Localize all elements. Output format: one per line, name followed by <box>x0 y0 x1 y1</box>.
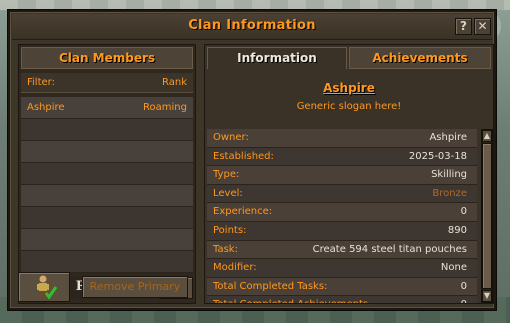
info-row-type: Type: Skilling <box>207 166 477 185</box>
info-value: 890 <box>447 224 467 236</box>
info-row-modifier: Modifier: None <box>207 259 477 278</box>
member-status: Roaming <box>143 102 187 113</box>
info-row-level: Level: Bronze <box>207 184 477 204</box>
info-key: Modifier: <box>213 262 257 274</box>
info-tabs: Information Achievements <box>205 45 493 69</box>
info-key: Established: <box>213 150 274 162</box>
scroll-down-icon[interactable]: ▼ <box>482 290 492 302</box>
member-row-empty <box>21 163 193 185</box>
info-row-owner: Owner: Ashpire <box>207 129 477 148</box>
member-list: Ashpire Roaming <box>21 97 193 273</box>
clan-members-header: Clan Members <box>21 47 193 69</box>
info-value: Skilling <box>431 169 467 181</box>
members-actions: Remove Primary <box>18 272 196 302</box>
info-key: Owner: <box>213 132 249 143</box>
info-table: Owner: Ashpire Established: 2025-03-18 T… <box>207 129 477 303</box>
info-key: Total Completed Tasks: <box>213 280 328 292</box>
player-avatar-button[interactable] <box>18 272 70 302</box>
clan-members-panel: Clan Members Filter: Rank Ashpire Roamin… <box>18 44 196 304</box>
filter-value[interactable]: Rank <box>162 73 187 93</box>
member-row-empty <box>21 185 193 207</box>
clan-information-window: Clan Information ? ✕ Clan Members Filter… <box>8 10 496 310</box>
info-value: 0 <box>460 280 467 292</box>
clan-slogan: Generic slogan here! <box>296 101 402 112</box>
clan-info-panel: Information Achievements Ashpire Generic… <box>204 44 494 304</box>
info-value: 0 <box>461 296 467 303</box>
member-row-empty <box>21 119 193 141</box>
window-title: Clan Information <box>188 18 316 33</box>
title-bar: Clan Information ? ✕ <box>12 14 492 40</box>
tab-achievements[interactable]: Achievements <box>349 47 491 69</box>
help-button[interactable]: ? <box>455 18 472 35</box>
member-row-empty <box>21 207 193 229</box>
info-value: 0 <box>460 206 467 218</box>
info-row-total-tasks: Total Completed Tasks: 0 <box>207 277 477 297</box>
info-value: None <box>440 262 467 274</box>
info-key: Type: <box>213 169 240 181</box>
info-value: Create 594 steel titan pouches <box>312 243 467 255</box>
info-key: Task: <box>213 243 238 255</box>
info-key: Experience: <box>213 206 273 218</box>
scroll-thumb[interactable] <box>482 143 492 289</box>
info-scrollbar[interactable]: ▲ ▼ <box>481 129 493 303</box>
remove-primary-button[interactable]: Remove Primary <box>82 276 188 298</box>
scroll-up-icon[interactable]: ▲ <box>482 130 492 142</box>
clan-name: Ashpire <box>323 81 375 95</box>
info-key: Level: <box>213 187 243 199</box>
member-name: Ashpire <box>27 102 65 113</box>
info-key: Total Completed Achievements <box>213 296 368 303</box>
close-button[interactable]: ✕ <box>474 18 491 35</box>
filter-label: Filter: <box>27 77 55 88</box>
info-row-total-achievements: Total Completed Achievements 0 <box>207 296 477 303</box>
info-value: 2025-03-18 <box>408 150 467 162</box>
member-row[interactable]: Ashpire Roaming <box>21 97 193 119</box>
info-row-task: Task: Create 594 steel titan pouches <box>207 240 477 260</box>
member-row-empty <box>21 251 193 273</box>
info-row-established: Established: 2025-03-18 <box>207 147 477 167</box>
info-row-points: Points: 890 <box>207 221 477 241</box>
info-value: Bronze <box>432 187 467 199</box>
member-row-empty <box>21 141 193 163</box>
player-check-icon <box>37 275 58 300</box>
filter-row[interactable]: Filter: Rank <box>21 73 193 93</box>
info-row-experience: Experience: 0 <box>207 203 477 222</box>
background-wall-top <box>0 0 510 10</box>
tab-information[interactable]: Information <box>207 47 347 69</box>
info-key: Points: <box>213 224 247 236</box>
info-value: Ashpire <box>429 132 467 143</box>
member-row-empty <box>21 229 193 251</box>
